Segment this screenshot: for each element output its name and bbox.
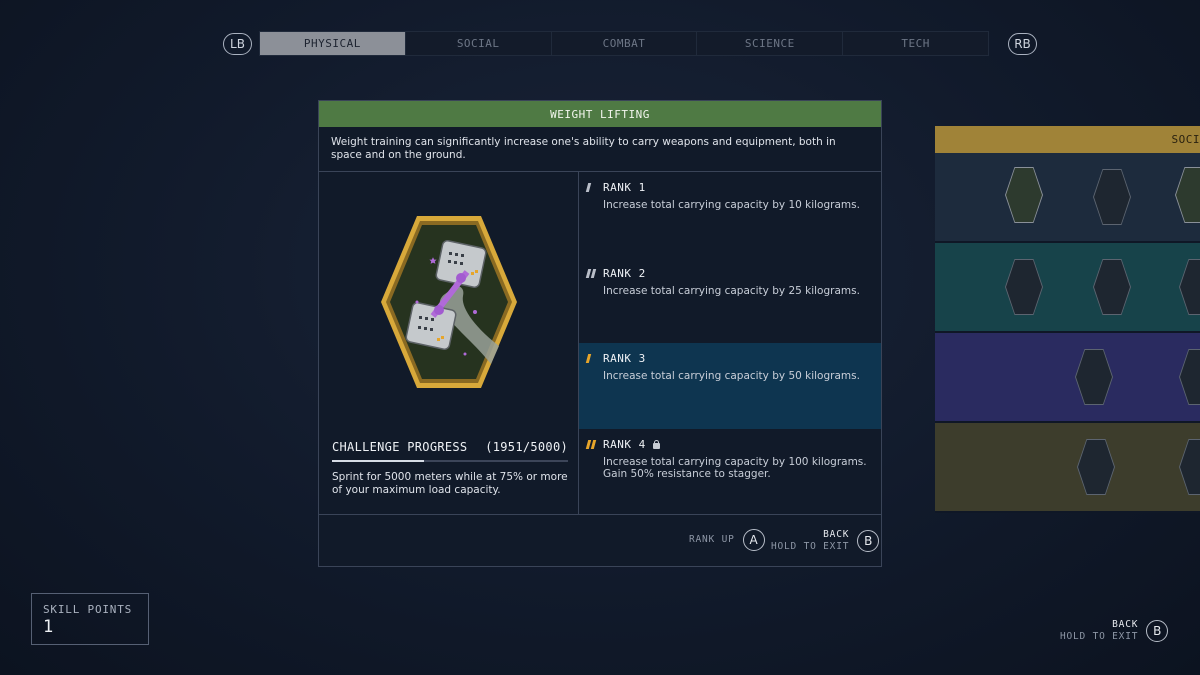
rank-pips-icon bbox=[585, 439, 603, 449]
lb-bumper-button[interactable]: LB bbox=[223, 33, 252, 55]
dumbbell-hand-icon bbox=[379, 214, 519, 394]
rank-3-item[interactable]: RANK 3 Increase total carrying capacity … bbox=[579, 343, 881, 429]
b-button-icon[interactable]: B bbox=[1146, 620, 1169, 642]
rb-bumper-button[interactable]: RB bbox=[1008, 33, 1037, 55]
skill-node-icon[interactable] bbox=[1179, 349, 1200, 405]
skill-points-value: 1 bbox=[43, 617, 54, 637]
skill-node-icon[interactable] bbox=[1005, 167, 1043, 223]
rank-description: Increase total carrying capacity by 10 k… bbox=[603, 199, 860, 211]
tab-science[interactable]: SCIENCE bbox=[697, 32, 844, 55]
rank-title: RANK 1 bbox=[603, 181, 646, 194]
skill-node-icon[interactable] bbox=[1093, 259, 1131, 315]
tab-tech[interactable]: TECH bbox=[843, 32, 988, 55]
skill-node-icon[interactable] bbox=[1179, 259, 1200, 315]
skill-tier-row bbox=[935, 333, 1200, 423]
tab-combat[interactable]: COMBAT bbox=[552, 32, 698, 55]
skill-node-icon[interactable] bbox=[1077, 439, 1115, 495]
back-label: BACK bbox=[823, 529, 850, 540]
skill-category-tabs: PHYSICAL SOCIAL COMBAT SCIENCE TECH bbox=[259, 31, 989, 56]
skill-tier-row bbox=[935, 153, 1200, 243]
challenge-count: (1951/5000) bbox=[485, 440, 568, 454]
rank-pips-icon bbox=[585, 354, 603, 363]
skill-node-icon[interactable] bbox=[1093, 169, 1131, 225]
skill-node-icon[interactable] bbox=[1075, 349, 1113, 405]
rank-4-item[interactable]: RANK 4 Increase total carrying capacity … bbox=[579, 429, 881, 515]
panel-actions: RANK UP A BACK HOLD TO EXIT B bbox=[319, 515, 881, 566]
rank-list: RANK 1 Increase total carrying capacity … bbox=[579, 172, 881, 514]
rank-description: Increase total carrying capacity by 100 … bbox=[603, 455, 867, 480]
hold-to-exit-label: HOLD TO EXIT bbox=[771, 541, 850, 552]
rank-title: RANK 2 bbox=[603, 266, 646, 280]
skill-detail-panel: WEIGHT LIFTING Weight training can signi… bbox=[318, 100, 882, 567]
skill-tier-row bbox=[935, 243, 1200, 333]
skill-description: Weight training can significantly increa… bbox=[319, 127, 881, 172]
tab-physical[interactable]: PHYSICAL bbox=[260, 32, 406, 55]
rank-up-label: RANK UP bbox=[689, 534, 735, 545]
skill-tree-preview: SOCI bbox=[935, 126, 1200, 515]
back-action[interactable]: BACK HOLD TO EXIT B bbox=[771, 529, 880, 553]
rank-title: RANK 4 bbox=[603, 437, 646, 451]
b-button-icon[interactable]: B bbox=[857, 530, 880, 552]
skill-node-icon[interactable] bbox=[1005, 259, 1043, 315]
challenge-progress-bar bbox=[332, 460, 568, 462]
lock-icon bbox=[652, 439, 661, 449]
skill-node-icon[interactable] bbox=[1175, 167, 1200, 223]
challenge-progress-fill bbox=[332, 460, 425, 462]
a-button-icon[interactable]: A bbox=[742, 529, 765, 551]
challenge-progress: CHALLENGE PROGRESS (1951/5000) Sprint fo… bbox=[332, 440, 568, 497]
skill-node-icon[interactable] bbox=[1179, 439, 1200, 495]
rank-up-action[interactable]: RANK UP A bbox=[689, 529, 765, 551]
challenge-description: Sprint for 5000 meters while at 75% or m… bbox=[332, 471, 568, 496]
global-back-action[interactable]: BACK HOLD TO EXIT B bbox=[1060, 619, 1169, 643]
global-back-label: BACK bbox=[1112, 619, 1139, 630]
skill-title: WEIGHT LIFTING bbox=[319, 101, 881, 127]
side-category-header: SOCI bbox=[935, 126, 1200, 153]
rank-description: Increase total carrying capacity by 50 k… bbox=[603, 370, 860, 382]
rank-1-item[interactable]: RANK 1 Increase total carrying capacity … bbox=[579, 172, 881, 258]
skill-points-box: SKILL POINTS 1 bbox=[31, 593, 149, 645]
skill-tier-row bbox=[935, 423, 1200, 513]
rank-2-item[interactable]: RANK 2 Increase total carrying capacity … bbox=[579, 258, 881, 344]
tab-social[interactable]: SOCIAL bbox=[406, 32, 552, 55]
skill-points-label: SKILL POINTS bbox=[43, 603, 133, 616]
rank-pips-icon bbox=[585, 268, 603, 278]
skill-overview: CHALLENGE PROGRESS (1951/5000) Sprint fo… bbox=[319, 172, 579, 514]
global-hold-to-exit-label: HOLD TO EXIT bbox=[1060, 631, 1139, 642]
rank-title: RANK 3 bbox=[603, 352, 646, 365]
rank-pips-icon bbox=[585, 183, 603, 192]
rank-description: Increase total carrying capacity by 25 k… bbox=[603, 284, 860, 297]
challenge-label: CHALLENGE PROGRESS bbox=[332, 440, 468, 454]
